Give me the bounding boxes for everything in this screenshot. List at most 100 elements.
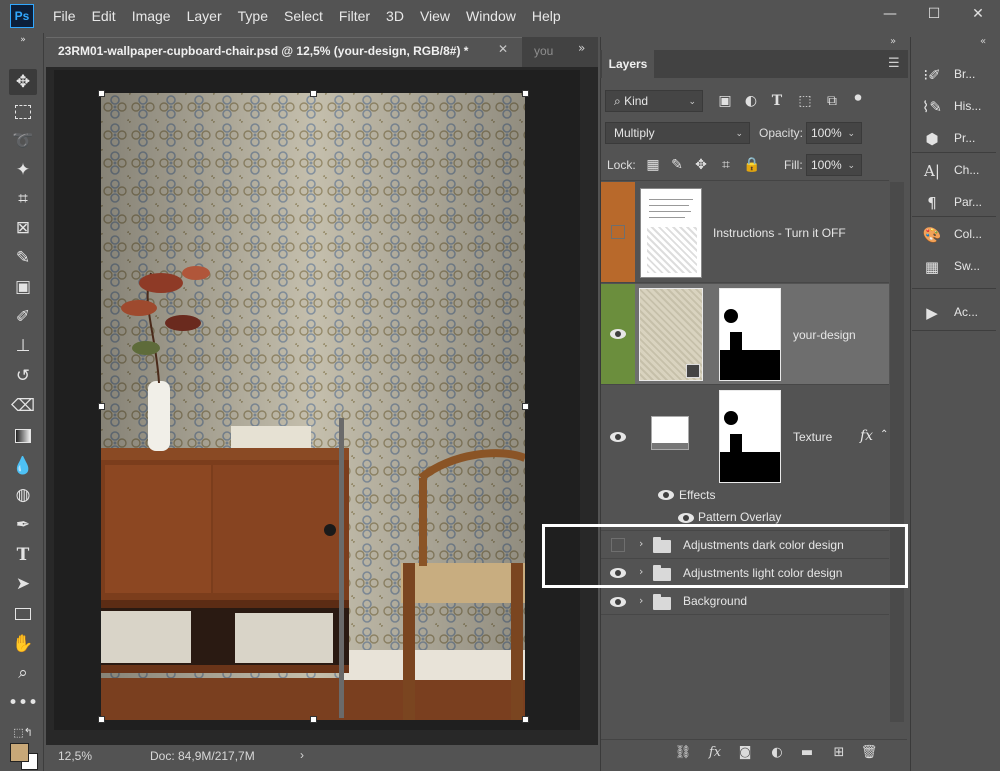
pen-icon[interactable]: ✒ — [9, 512, 37, 538]
layer-name[interactable]: Texture — [793, 430, 832, 444]
layers-scrollbar[interactable] — [890, 182, 904, 722]
opacity-field[interactable]: 100% ⌄ — [806, 122, 862, 144]
stamp-icon[interactable]: ⊥ — [9, 333, 37, 359]
lock-transparent-icon[interactable]: ▦ — [643, 155, 663, 175]
menu-file[interactable]: File — [45, 8, 84, 24]
lock-position-icon[interactable]: ✥ — [691, 155, 711, 175]
menu-filter[interactable]: Filter — [331, 8, 378, 24]
pattern-overlay-visibility-eye-icon[interactable] — [678, 513, 694, 523]
menu-view[interactable]: View — [412, 8, 458, 24]
collapse-panels-icon[interactable]: » — [890, 36, 896, 47]
dock-swatches[interactable]: ▦ Sw... — [920, 254, 998, 280]
layer-row-background[interactable]: › Background — [601, 587, 889, 615]
add-layer-style-icon[interactable]: fx — [705, 745, 725, 763]
filter-type-icon[interactable]: T — [767, 91, 787, 111]
fill-field[interactable]: 100% ⌄ — [806, 154, 862, 176]
add-mask-icon[interactable]: ◙ — [735, 745, 755, 763]
gradient-icon[interactable] — [9, 423, 37, 449]
new-adjustment-layer-icon[interactable]: ◐ — [767, 745, 787, 763]
transform-handle-bottom[interactable] — [310, 716, 317, 723]
dock-color[interactable]: 🎨 Col... — [920, 222, 998, 248]
hand-icon[interactable]: ✋ — [9, 631, 37, 657]
zoom-icon[interactable]: ⌕ — [9, 660, 37, 686]
menu-3d[interactable]: 3D — [378, 8, 412, 24]
transform-handle-left[interactable] — [98, 403, 105, 410]
dock-history[interactable]: ⌇✎ His... — [920, 94, 998, 120]
more-tabs-icon[interactable]: » — [578, 41, 585, 55]
document-tab-close-icon[interactable]: ✕ — [498, 42, 508, 56]
more-tools-icon[interactable]: ••• — [8, 690, 38, 716]
pattern-overlay-label[interactable]: Pattern Overlay — [698, 510, 781, 524]
foreground-color-swatch[interactable] — [10, 743, 29, 762]
dodge-icon[interactable]: ◍ — [9, 482, 37, 508]
layer-mask-thumbnail[interactable] — [719, 390, 781, 483]
dock-character[interactable]: A| Ch... — [920, 158, 998, 184]
document-tab-title[interactable]: 23RM01-wallpaper-cupboard-chair.psd @ 12… — [58, 44, 468, 58]
filter-pixel-icon[interactable]: ▣ — [715, 91, 735, 111]
layer-name[interactable]: Background — [683, 594, 747, 608]
filter-adjustment-icon[interactable]: ◐ — [741, 91, 761, 111]
expand-panels-icon[interactable]: « — [980, 36, 986, 47]
rectangle-icon[interactable] — [9, 601, 37, 627]
frame-icon[interactable]: ⊠ — [9, 215, 37, 241]
layer-row-texture[interactable]: Texture fx ⌃ — [601, 386, 889, 487]
eyedropper-icon[interactable]: ✎ — [9, 245, 37, 271]
effects-visibility-eye-icon[interactable] — [658, 490, 674, 500]
lock-image-icon[interactable]: ✎ — [667, 155, 687, 175]
menu-help[interactable]: Help — [524, 8, 569, 24]
transform-handle-top-right[interactable] — [522, 90, 529, 97]
transform-handle-top[interactable] — [310, 90, 317, 97]
marquee-icon[interactable] — [9, 99, 37, 125]
move-icon[interactable]: ✥ — [9, 69, 37, 95]
menu-type[interactable]: Type — [230, 8, 276, 24]
dock-paragraph[interactable]: ¶ Par... — [920, 190, 998, 216]
visibility-toggle-off[interactable] — [611, 225, 625, 239]
layer-name[interactable]: Instructions - Turn it OFF — [713, 226, 846, 240]
link-layers-icon[interactable]: ⛓ — [673, 745, 693, 763]
transform-handle-top-left[interactable] — [98, 90, 105, 97]
tab-layers[interactable]: Layers — [602, 50, 654, 78]
visibility-eye-icon[interactable] — [610, 597, 626, 607]
transform-handle-bottom-right[interactable] — [522, 716, 529, 723]
layer-row-your-design[interactable]: your-design — [601, 284, 889, 385]
menu-window[interactable]: Window — [458, 8, 524, 24]
blend-mode-select[interactable]: Multiply ⌄ — [605, 122, 750, 144]
close-button[interactable]: ✕ — [966, 4, 990, 24]
healing-icon[interactable]: ▣ — [9, 274, 37, 300]
panel-menu-icon[interactable]: ☰ — [888, 56, 900, 71]
default-colors-icon[interactable]: ⬚↰ — [9, 719, 37, 745]
maximize-button[interactable]: ☐ — [922, 4, 946, 24]
path-select-icon[interactable]: ➤ — [9, 571, 37, 597]
effects-label[interactable]: Effects — [679, 488, 715, 502]
chevron-up-icon[interactable]: ⌃ — [880, 429, 888, 440]
layer-row-instructions[interactable]: Instructions - Turn it OFF — [601, 182, 889, 283]
chevron-right-icon[interactable]: › — [639, 594, 643, 607]
type-icon[interactable]: T — [9, 542, 37, 568]
history-brush-icon[interactable]: ↺ — [9, 363, 37, 389]
new-layer-icon[interactable]: ⊞ — [829, 745, 849, 763]
document-tab-second[interactable]: you — [534, 44, 553, 58]
menu-select[interactable]: Select — [276, 8, 331, 24]
lock-all-icon[interactable]: 🔒 — [742, 155, 762, 175]
dock-brushes[interactable]: ⁝✐ Br... — [920, 62, 998, 88]
filter-shape-icon[interactable]: ⬚ — [795, 91, 815, 111]
dock-actions[interactable]: ▶ Ac... — [920, 300, 998, 326]
collapse-toolbar-icon[interactable]: » — [9, 35, 37, 45]
minimize-button[interactable]: — — [878, 4, 902, 24]
new-group-icon[interactable]: ▬ — [797, 745, 817, 763]
layer-filter-kind-select[interactable]: ⌕ Kind ⌄ — [605, 90, 703, 112]
document-canvas-image[interactable] — [101, 93, 525, 720]
brush-icon[interactable]: ✐ — [9, 304, 37, 330]
menu-edit[interactable]: Edit — [84, 8, 124, 24]
transform-handle-right[interactable] — [522, 403, 529, 410]
menu-image[interactable]: Image — [124, 8, 179, 24]
layer-effects-fx-icon[interactable]: fx — [860, 428, 873, 444]
visibility-eye-icon[interactable] — [610, 432, 626, 442]
zoom-level[interactable]: 12,5% — [58, 749, 92, 763]
crop-icon[interactable]: ⌗ — [9, 186, 37, 212]
layer-name[interactable]: your-design — [793, 328, 856, 342]
layer-mask-thumbnail[interactable] — [719, 288, 781, 381]
visibility-eye-icon[interactable] — [610, 329, 626, 339]
dock-properties[interactable]: ⬢ Pr... — [920, 126, 998, 152]
filter-toggle-icon[interactable]: ⏺ — [848, 88, 868, 108]
